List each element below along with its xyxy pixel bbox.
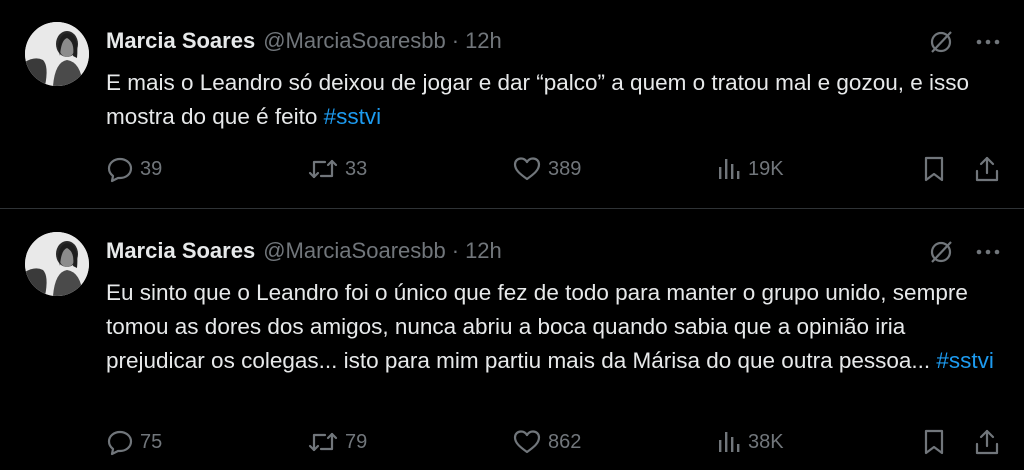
timestamp[interactable]: 12h <box>465 238 502 264</box>
share-icon <box>975 429 999 455</box>
tweet-divider <box>0 208 1024 209</box>
view-count: 38K <box>748 430 784 453</box>
retweet-icon <box>308 159 338 179</box>
tweet-text: E mais o Leandro só deixou de jogar e da… <box>106 66 1006 134</box>
share-button[interactable] <box>972 152 1002 186</box>
bookmark-button[interactable] <box>920 152 948 186</box>
share-button[interactable] <box>972 425 1002 459</box>
tweet-body: Eu sinto que o Leandro foi o único que f… <box>106 280 968 373</box>
reply-icon <box>107 430 133 456</box>
reply-button[interactable]: 75 <box>106 425 162 459</box>
views-button[interactable]: 19K <box>716 152 784 186</box>
avatar[interactable] <box>25 232 89 296</box>
author-name[interactable]: Marcia Soares <box>106 28 255 54</box>
hashtag-link[interactable]: #sstvi <box>936 348 994 373</box>
tweet-header: Marcia Soares @MarciaSoaresbb · 12h <box>106 237 502 265</box>
grok-icon[interactable] <box>927 238 955 266</box>
retweet-icon <box>308 432 338 452</box>
action-bar: 75 79 862 38K <box>0 425 1024 459</box>
retweet-count: 79 <box>345 430 368 453</box>
like-button[interactable]: 389 <box>512 152 581 186</box>
more-icon[interactable] <box>972 238 1004 266</box>
tweet-header: Marcia Soares @MarciaSoaresbb · 12h <box>106 27 502 55</box>
like-icon <box>513 430 541 454</box>
views-icon <box>719 159 740 179</box>
author-handle[interactable]: @MarciaSoaresbb <box>263 28 446 54</box>
retweet-button[interactable]: 79 <box>307 425 367 459</box>
tweet[interactable]: Marcia Soares @MarciaSoaresbb · 12h Eu s… <box>0 210 1024 470</box>
bookmark-icon <box>924 156 944 182</box>
action-bar: 39 33 389 19K <box>0 152 1024 186</box>
tweet[interactable]: Marcia Soares @MarciaSoaresbb · 12h E ma… <box>0 0 1024 208</box>
hashtag-link[interactable]: #sstvi <box>324 104 382 129</box>
views-button[interactable]: 38K <box>716 425 784 459</box>
reply-button[interactable]: 39 <box>106 152 162 186</box>
author-name[interactable]: Marcia Soares <box>106 238 255 264</box>
grok-icon[interactable] <box>927 28 955 56</box>
bookmark-button[interactable] <box>920 425 948 459</box>
author-handle[interactable]: @MarciaSoaresbb <box>263 238 446 264</box>
timestamp[interactable]: 12h <box>465 28 502 54</box>
reply-icon <box>107 157 133 183</box>
reply-count: 75 <box>140 430 163 453</box>
views-icon <box>719 432 740 452</box>
tweet-text: Eu sinto que o Leandro foi o único que f… <box>106 276 1006 378</box>
retweet-button[interactable]: 33 <box>307 152 367 186</box>
like-count: 862 <box>548 430 582 453</box>
like-count: 389 <box>548 157 582 180</box>
like-button[interactable]: 862 <box>512 425 581 459</box>
reply-count: 39 <box>140 157 163 180</box>
like-icon <box>513 157 541 181</box>
more-icon[interactable] <box>972 28 1004 56</box>
bookmark-icon <box>924 429 944 455</box>
tweet-body: E mais o Leandro só deixou de jogar e da… <box>106 70 969 129</box>
share-icon <box>975 156 999 182</box>
separator: · <box>451 238 460 263</box>
retweet-count: 33 <box>345 157 368 180</box>
separator: · <box>451 28 460 53</box>
avatar[interactable] <box>25 22 89 86</box>
view-count: 19K <box>748 157 784 180</box>
